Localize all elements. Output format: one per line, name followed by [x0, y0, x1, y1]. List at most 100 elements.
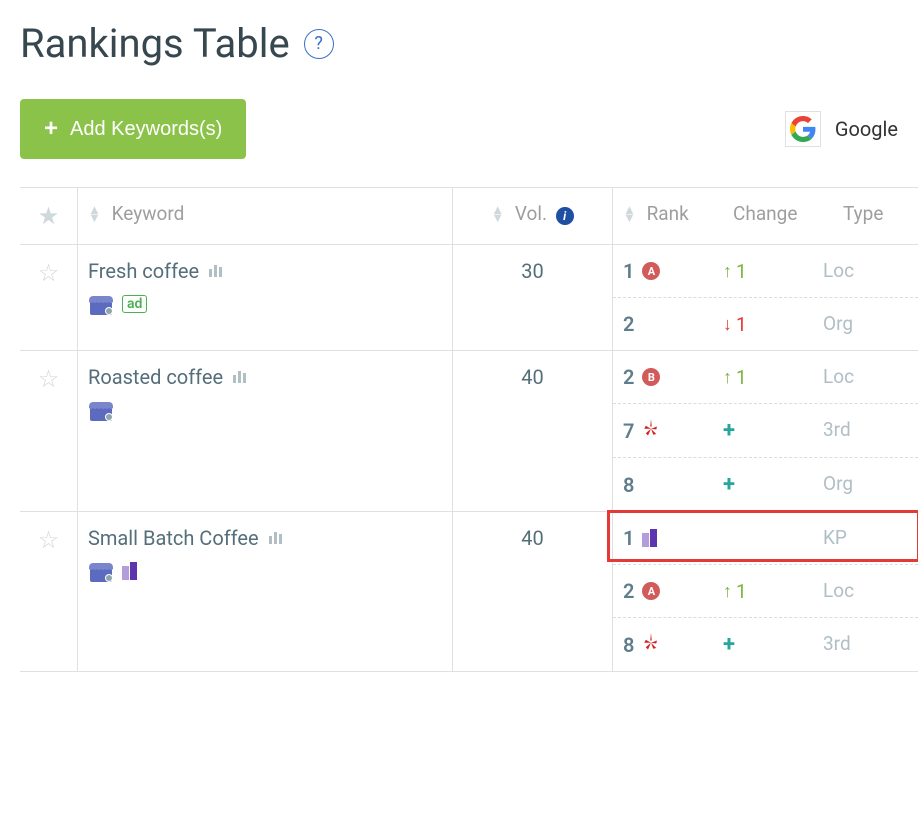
- column-keyword[interactable]: ▲▼ Keyword: [78, 188, 453, 244]
- store-icon: [88, 560, 114, 582]
- change-value: 1: [736, 313, 747, 336]
- change-cell: ↑1: [723, 579, 823, 603]
- volume-cell: 40: [453, 351, 613, 511]
- chart-icon[interactable]: [233, 371, 246, 383]
- keyword-cell[interactable]: Small Batch Coffee: [78, 512, 453, 671]
- rank-value: 1: [623, 259, 634, 283]
- keyword-cell[interactable]: Roasted coffee: [78, 351, 453, 511]
- rank-row[interactable]: 8 +3rd: [613, 617, 918, 671]
- column-star[interactable]: ★: [20, 188, 78, 244]
- column-type: Type: [833, 188, 918, 244]
- keyword-text: Fresh coffee: [88, 259, 199, 283]
- rank-row[interactable]: 2 A↑1Loc: [613, 564, 918, 617]
- rank-badge: A: [642, 262, 660, 280]
- rankings-table: ★ ▲▼ Keyword ▲▼ Vol. i ▲▼ Rank Change Ty…: [20, 187, 918, 672]
- rank-value: 2: [623, 312, 634, 336]
- arrow-up-icon: ↑: [723, 261, 732, 282]
- star-icon: ☆: [38, 259, 60, 287]
- type-cell: KP: [823, 526, 903, 550]
- arrow-up-icon: ↑: [723, 367, 732, 388]
- rank-value: 2: [623, 365, 634, 389]
- arrow-up-icon: ↑: [723, 581, 732, 602]
- change-cell: ↑1: [723, 365, 823, 389]
- yelp-icon: [642, 633, 660, 656]
- change-value: 1: [736, 366, 747, 389]
- column-change-label: Change: [733, 202, 797, 225]
- column-rank[interactable]: ▲▼ Rank: [613, 188, 723, 244]
- sort-icon: ▲▼: [491, 207, 504, 223]
- rank-value: 7: [623, 419, 634, 443]
- change-value: 1: [736, 580, 747, 603]
- keyword-cell[interactable]: Fresh coffee ad: [78, 245, 453, 350]
- rank-value: 2: [623, 579, 634, 603]
- rank-row[interactable]: 2 B↑1Loc: [613, 351, 918, 403]
- row-star[interactable]: ☆: [20, 512, 78, 671]
- row-star[interactable]: ☆: [20, 245, 78, 350]
- type-cell: Loc: [823, 259, 903, 283]
- table-row: ☆Fresh coffeead301 A↑1Loc2 ↓1Org: [20, 245, 918, 351]
- table-header: ★ ▲▼ Keyword ▲▼ Vol. i ▲▼ Rank Change Ty…: [20, 187, 918, 245]
- type-cell: Org: [823, 472, 903, 497]
- rank-row[interactable]: 1 A↑1Loc: [613, 245, 918, 297]
- type-cell: 3rd: [823, 418, 903, 443]
- rank-row[interactable]: 8 +Org: [613, 457, 918, 511]
- volume-value: 40: [521, 365, 543, 389]
- search-engine-selector[interactable]: Google: [785, 111, 898, 147]
- engine-name: Google: [835, 117, 898, 141]
- column-volume[interactable]: ▲▼ Vol. i: [453, 188, 613, 244]
- keyword-text: Small Batch Coffee: [88, 526, 259, 550]
- rank-value: 1: [623, 526, 634, 550]
- page-title: Rankings Table: [20, 20, 290, 67]
- kp-icon: [122, 562, 137, 580]
- type-cell: Loc: [823, 579, 903, 603]
- rank-row[interactable]: 7 +3rd: [613, 403, 918, 457]
- type-cell: Loc: [823, 365, 903, 389]
- rank-row[interactable]: 1 KP: [613, 512, 918, 564]
- table-row: ☆Small Batch Coffee401 KP2 A↑1Loc8 +3rd: [20, 512, 918, 672]
- rank-value: 8: [623, 633, 634, 657]
- sort-icon: ▲▼: [88, 207, 101, 223]
- change-value: 1: [736, 260, 747, 283]
- column-rank-label: Rank: [647, 202, 689, 225]
- keyword-text: Roasted coffee: [88, 365, 223, 389]
- sort-icon: ▲▼: [623, 207, 636, 223]
- yelp-icon: [642, 419, 660, 442]
- kp-icon: [642, 529, 657, 547]
- volume-value: 40: [521, 526, 543, 550]
- star-icon: ☆: [38, 526, 60, 554]
- type-cell: 3rd: [823, 632, 903, 657]
- change-cell: ↓1: [723, 312, 823, 336]
- volume-cell: 30: [453, 245, 613, 350]
- chart-icon[interactable]: [269, 532, 282, 544]
- rank-value: 8: [623, 473, 634, 497]
- help-icon[interactable]: ?: [304, 29, 334, 59]
- row-star[interactable]: ☆: [20, 351, 78, 511]
- rank-cell: 1 KP2 A↑1Loc8 +3rd: [613, 512, 918, 671]
- change-cell: [723, 526, 823, 550]
- star-icon: ★: [38, 202, 60, 230]
- change-cell: ↑1: [723, 259, 823, 283]
- rank-badge: A: [642, 582, 660, 600]
- ad-badge: ad: [122, 295, 147, 313]
- column-change: Change: [723, 188, 833, 244]
- change-cell: +: [723, 632, 823, 657]
- volume-value: 30: [521, 259, 543, 283]
- table-body: ☆Fresh coffeead301 A↑1Loc2 ↓1Org☆Roasted…: [20, 245, 918, 672]
- add-keywords-label: Add Keywords(s): [70, 118, 222, 141]
- rank-badge: B: [642, 368, 660, 386]
- plus-icon: +: [723, 418, 735, 443]
- change-cell: +: [723, 418, 823, 443]
- rank-cell: 2 B↑1Loc7 +3rd8 +Org: [613, 351, 918, 511]
- plus-icon: +: [723, 632, 735, 657]
- google-icon: [785, 111, 821, 147]
- rank-row[interactable]: 2 ↓1Org: [613, 297, 918, 350]
- star-icon: ☆: [38, 365, 60, 393]
- type-cell: Org: [823, 312, 903, 336]
- column-keyword-label: Keyword: [112, 202, 185, 225]
- rank-cell: 1 A↑1Loc2 ↓1Org: [613, 245, 918, 350]
- chart-icon[interactable]: [209, 265, 222, 277]
- volume-cell: 40: [453, 512, 613, 671]
- column-type-label: Type: [843, 202, 883, 225]
- add-keywords-button[interactable]: + Add Keywords(s): [20, 99, 246, 159]
- info-icon[interactable]: i: [556, 207, 574, 225]
